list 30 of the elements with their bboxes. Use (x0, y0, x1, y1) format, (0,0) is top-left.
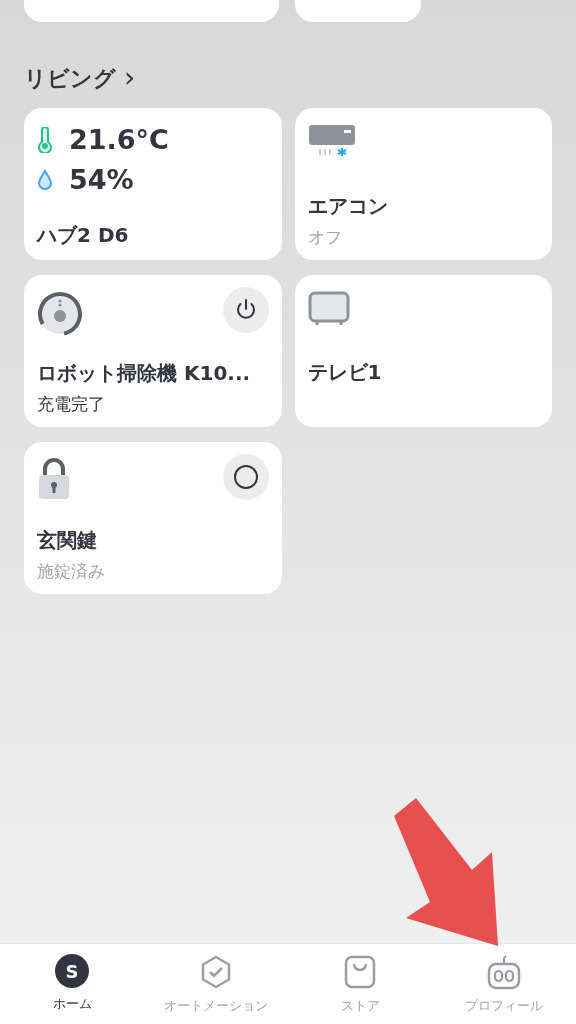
air-conditioner-icon (307, 124, 356, 158)
device-status: オフ (307, 225, 343, 249)
power-button[interactable] (222, 287, 269, 333)
device-card[interactable]: テレビ1 (294, 275, 552, 427)
device-status: 施錠済み (37, 559, 106, 583)
device-status: 充電完了 (37, 392, 106, 416)
padlock-icon (37, 458, 71, 500)
device-card[interactable]: 玄関鍵 施錠済み (24, 442, 282, 594)
device-card[interactable]: エアコン オフ (294, 108, 552, 260)
temperature-value: 21.6°C (69, 122, 169, 157)
device-name: 玄関鍵 (37, 526, 98, 554)
device-name: エアコン (307, 192, 389, 220)
device-name: ロボット掃除機 K10... (37, 359, 252, 387)
television-icon (307, 291, 350, 327)
home-icon: S (55, 954, 89, 988)
device-name: ハブ2 D6 (37, 222, 130, 249)
chevron-icon[interactable]: › (124, 64, 136, 92)
water-drop-icon (37, 169, 53, 191)
robot-vacuum-icon (37, 291, 83, 337)
thermometer-icon (37, 127, 53, 153)
device-card[interactable]: ロボット掃除機 K10... 充電完了 (24, 275, 282, 427)
tab[interactable]: S ホーム (0, 954, 144, 1016)
shopping-bag-icon (344, 955, 376, 989)
circle-icon (232, 464, 259, 490)
device-name: テレビ1 (307, 359, 383, 386)
room-title[interactable]: リビング (24, 61, 116, 95)
device-card[interactable]: 21.6°C 54% ハブ2 D6 (24, 108, 282, 260)
robot-face-icon (486, 954, 522, 990)
toggle-button[interactable] (222, 454, 269, 500)
humidity-value: 54% (69, 162, 134, 197)
